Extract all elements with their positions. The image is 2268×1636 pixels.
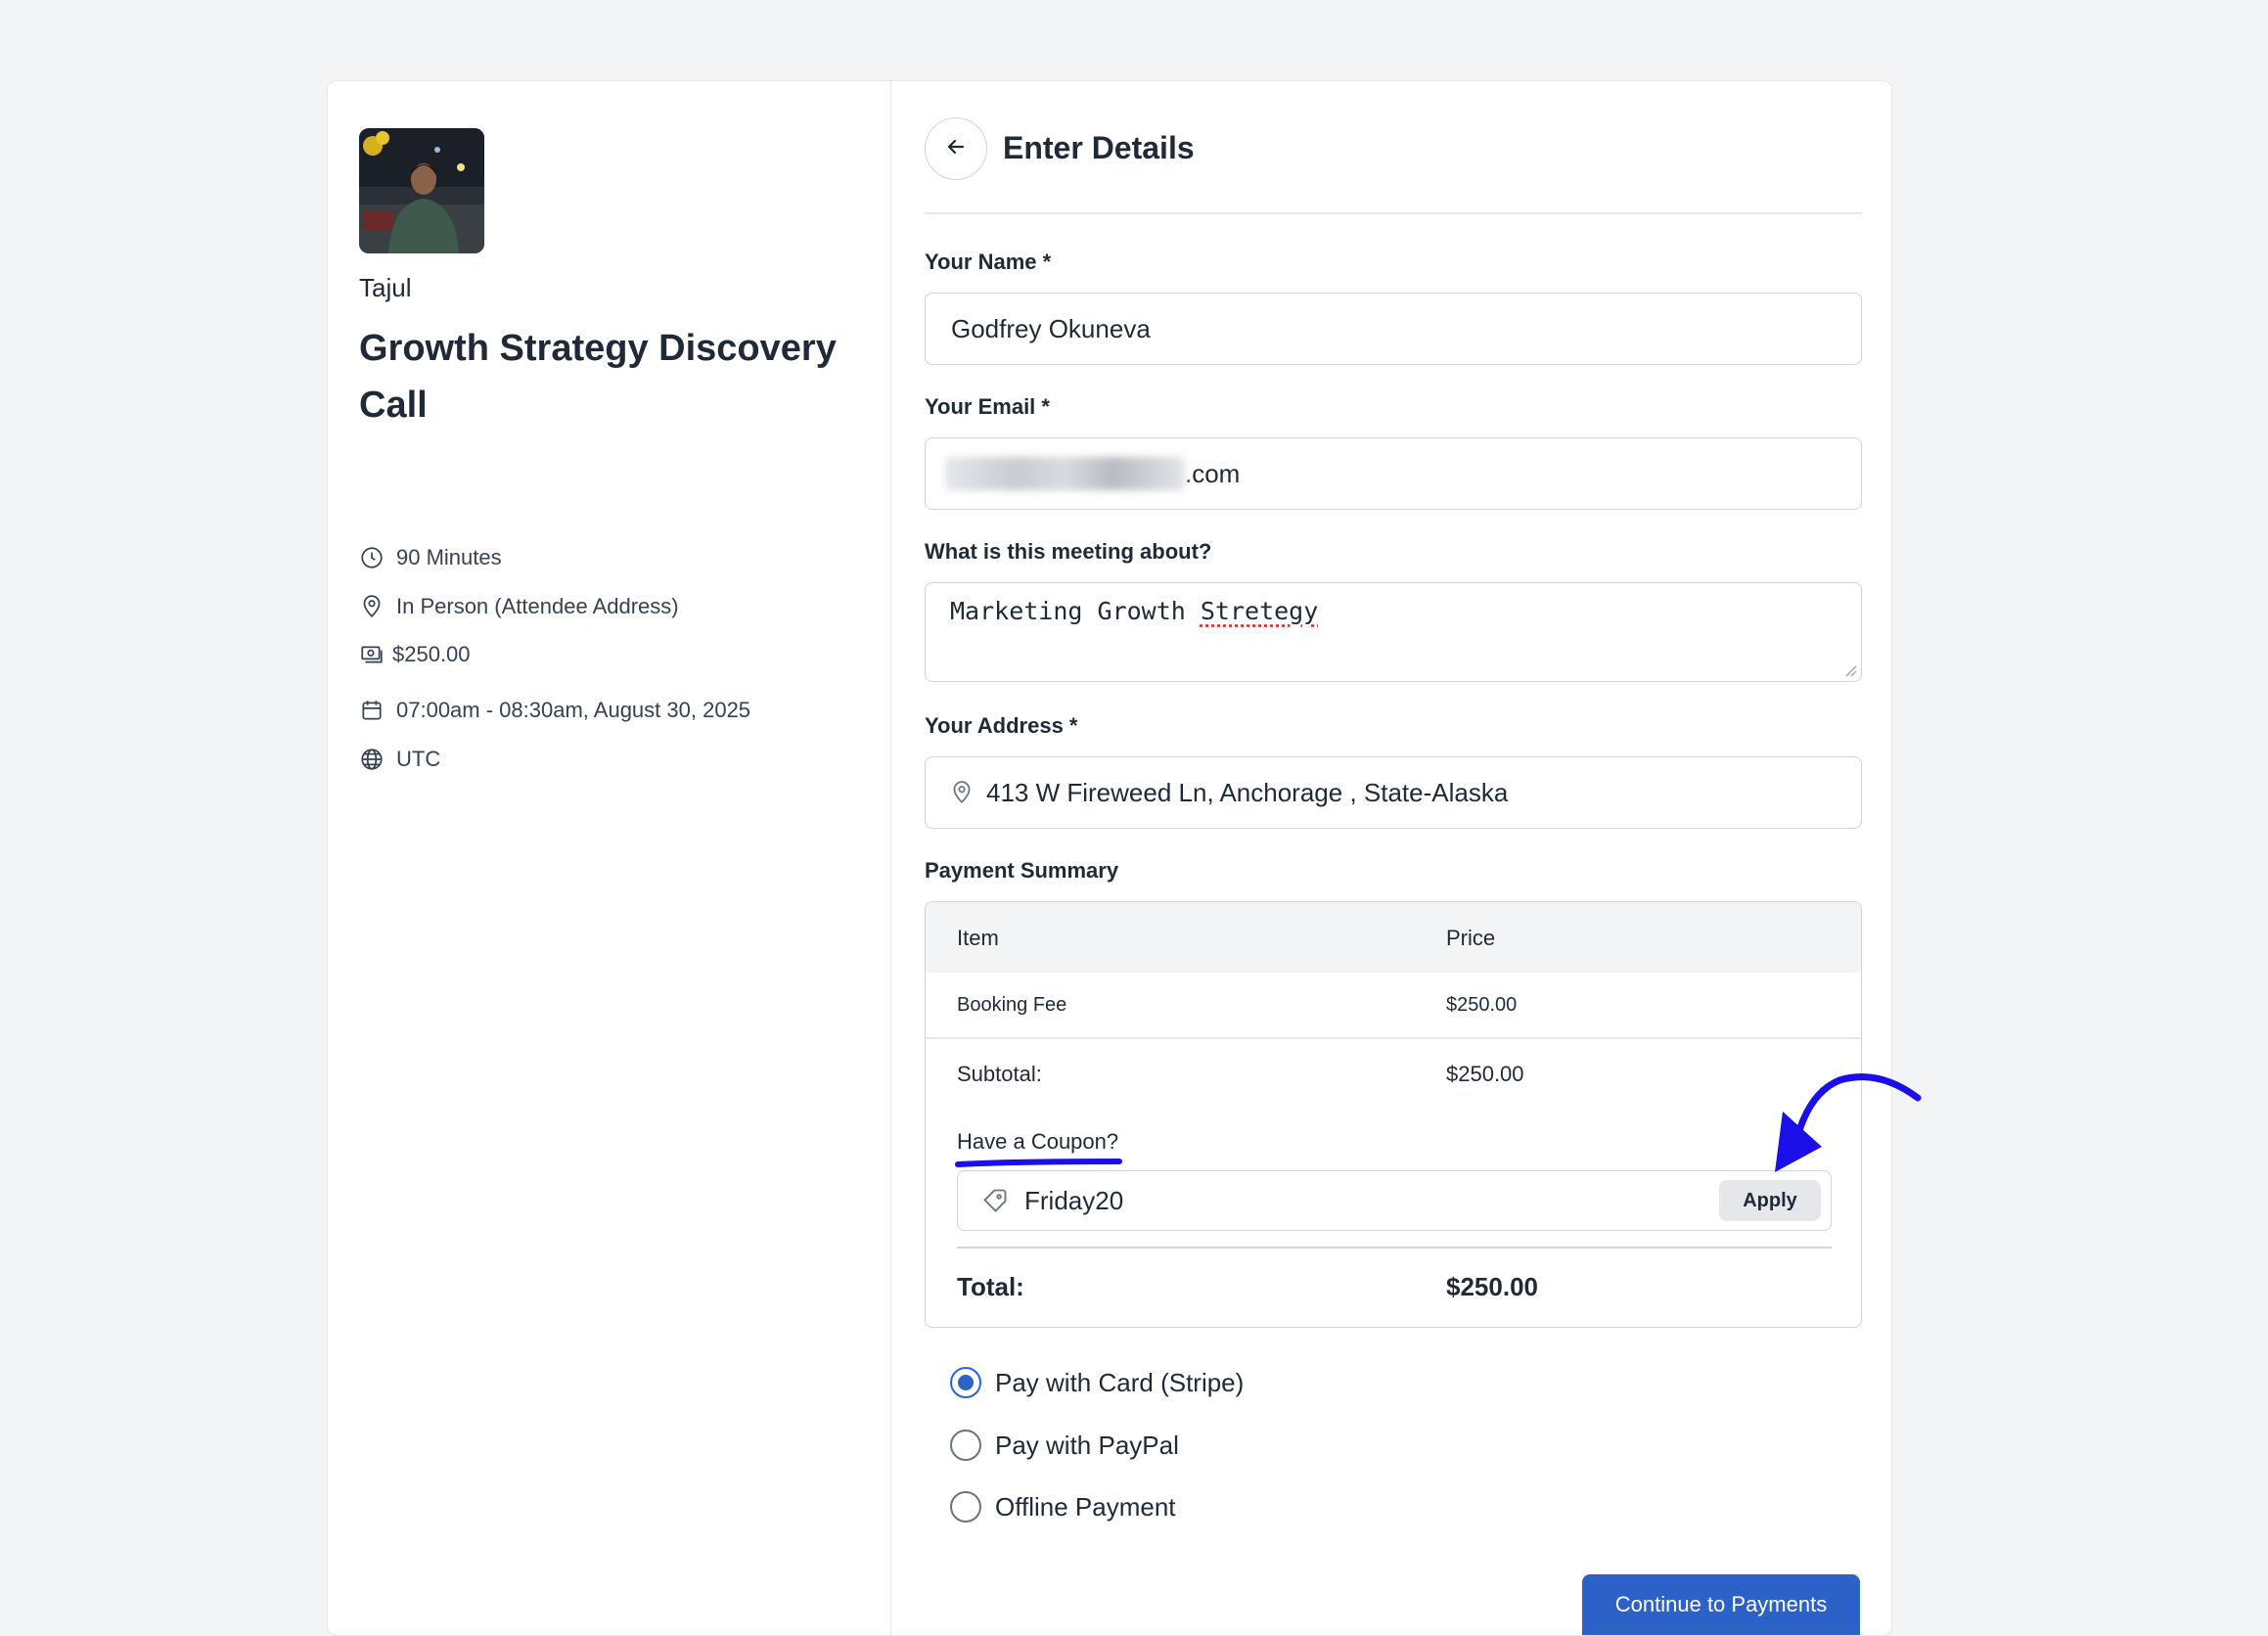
total-value: $250.00 xyxy=(1446,1272,1538,1301)
tag-icon xyxy=(981,1187,1009,1214)
clock-icon xyxy=(359,545,385,570)
method-paypal[interactable]: Pay with PayPal xyxy=(950,1430,1179,1461)
map-pin-icon xyxy=(949,780,975,805)
price-text: $250.00 xyxy=(392,642,471,666)
coupon-toggle-link[interactable]: Have a Coupon? xyxy=(957,1129,1118,1155)
name-field[interactable]: Godfrey Okuneva xyxy=(925,293,1862,365)
address-value: 413 W Fireweed Ln, Anchorage , State-Ala… xyxy=(986,777,1509,807)
resize-grip[interactable] xyxy=(1843,663,1857,677)
price-row: $250.00 xyxy=(359,642,471,667)
method-label: Pay with Card (Stripe) xyxy=(995,1367,1245,1397)
radio-unselected[interactable] xyxy=(950,1491,981,1522)
event-title: Growth Strategy Discovery Call xyxy=(359,328,837,426)
method-label: Offline Payment xyxy=(995,1491,1176,1522)
back-button[interactable] xyxy=(925,117,987,180)
booking-card: Tajul Growth Strategy Discovery Call 90 … xyxy=(327,80,1892,1636)
method-label: Pay with PayPal xyxy=(995,1430,1179,1460)
row-price: $250.00 xyxy=(1446,994,1518,1016)
about-label: What is this meeting about? xyxy=(925,539,1212,564)
radio-unselected[interactable] xyxy=(950,1430,981,1461)
email-label: Your Email * xyxy=(925,394,1050,419)
datetime-text: 07:00am - 08:30am, August 30, 2025 xyxy=(396,698,751,722)
apply-coupon-button[interactable]: Apply xyxy=(1719,1180,1821,1221)
duration-row: 90 Minutes xyxy=(359,545,502,570)
underline-annotation xyxy=(955,1159,1122,1167)
table-header xyxy=(926,902,1861,973)
location-row: In Person (Attendee Address) xyxy=(359,594,679,619)
details-form: Enter Details Your Name * Godfrey Okunev… xyxy=(925,81,1862,1635)
total-label: Total: xyxy=(957,1272,1024,1301)
event-summary-panel: Tajul Growth Strategy Discovery Call 90 … xyxy=(328,81,891,1635)
row-divider xyxy=(926,1037,1861,1039)
subtotal-value: $250.00 xyxy=(1446,1062,1524,1086)
datetime-row: 07:00am - 08:30am, August 30, 2025 xyxy=(359,698,750,723)
page-title: Enter Details xyxy=(1003,130,1195,165)
subtotal-label: Subtotal: xyxy=(957,1062,1042,1086)
payment-summary-table: Item Price Booking Fee $250.00 Subtotal:… xyxy=(925,901,1862,1328)
email-suffix: .com xyxy=(1185,458,1241,488)
address-label: Your Address * xyxy=(925,713,1078,738)
location-text: In Person (Attendee Address) xyxy=(396,594,679,618)
arrow-left-icon xyxy=(944,135,968,163)
name-label: Your Name * xyxy=(925,250,1052,274)
address-field[interactable]: 413 W Fireweed Ln, Anchorage , State-Ala… xyxy=(925,756,1862,829)
avatar xyxy=(359,128,484,253)
arrow-annotation xyxy=(1775,1073,1922,1172)
name-value: Godfrey Okuneva xyxy=(951,313,1151,343)
about-textarea[interactable]: Marketing Growth Stretegy xyxy=(925,582,1862,682)
payment-summary-title: Payment Summary xyxy=(925,858,1119,883)
redacted-email xyxy=(945,457,1185,490)
money-icon xyxy=(359,642,385,667)
header-divider xyxy=(925,212,1862,214)
duration-text: 90 Minutes xyxy=(396,545,502,569)
row-item: Booking Fee xyxy=(957,994,1067,1016)
map-pin-icon xyxy=(359,594,385,619)
timezone-text: UTC xyxy=(396,747,441,771)
radio-selected[interactable] xyxy=(950,1367,981,1398)
calendar-icon xyxy=(359,698,385,723)
host-name: Tajul xyxy=(359,273,412,302)
timezone-row: UTC xyxy=(359,747,440,772)
col-price-header: Price xyxy=(1446,926,1496,950)
method-offline[interactable]: Offline Payment xyxy=(950,1491,1176,1522)
coupon-input[interactable]: Friday20 Apply xyxy=(957,1170,1832,1231)
total-divider xyxy=(957,1247,1832,1249)
globe-icon xyxy=(359,747,385,772)
coupon-value: Friday20 xyxy=(1024,1185,1124,1215)
col-item-header: Item xyxy=(957,926,999,950)
email-field[interactable]: .com xyxy=(925,437,1862,510)
method-card-stripe[interactable]: Pay with Card (Stripe) xyxy=(950,1367,1244,1398)
about-value: Marketing Growth Stretegy xyxy=(950,597,1319,625)
continue-to-payments-button[interactable]: Continue to Payments xyxy=(1582,1574,1860,1635)
